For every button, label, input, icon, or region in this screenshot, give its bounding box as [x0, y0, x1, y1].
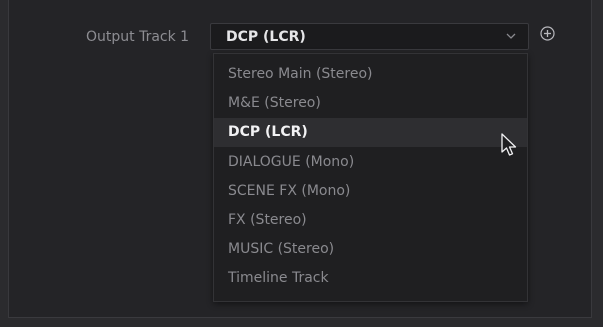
- menu-item-scene-fx-mono[interactable]: SCENE FX (Mono): [214, 177, 527, 206]
- menu-item-dialogue-mono[interactable]: DIALOGUE (Mono): [214, 148, 527, 177]
- menu-item-timeline-track[interactable]: Timeline Track: [214, 264, 527, 293]
- menu-item-dcp-lcr[interactable]: DCP (LCR): [214, 118, 527, 147]
- menu-item-stereo-main[interactable]: Stereo Main (Stereo): [214, 60, 527, 89]
- chevron-down-icon: [506, 33, 516, 39]
- menu-item-music-stereo[interactable]: MUSIC (Stereo): [214, 235, 527, 264]
- output-track-select[interactable]: DCP (LCR): [210, 23, 529, 50]
- menu-item-fx-stereo[interactable]: FX (Stereo): [214, 206, 527, 235]
- selected-value: DCP (LCR): [226, 29, 306, 45]
- output-track-dropdown-menu: Stereo Main (Stereo) M&E (Stereo) DCP (L…: [213, 53, 528, 302]
- output-track-label: Output Track 1: [86, 29, 190, 45]
- add-circle-icon[interactable]: [540, 26, 555, 41]
- menu-item-me-stereo[interactable]: M&E (Stereo): [214, 89, 527, 118]
- mouse-pointer-icon: [501, 133, 517, 156]
